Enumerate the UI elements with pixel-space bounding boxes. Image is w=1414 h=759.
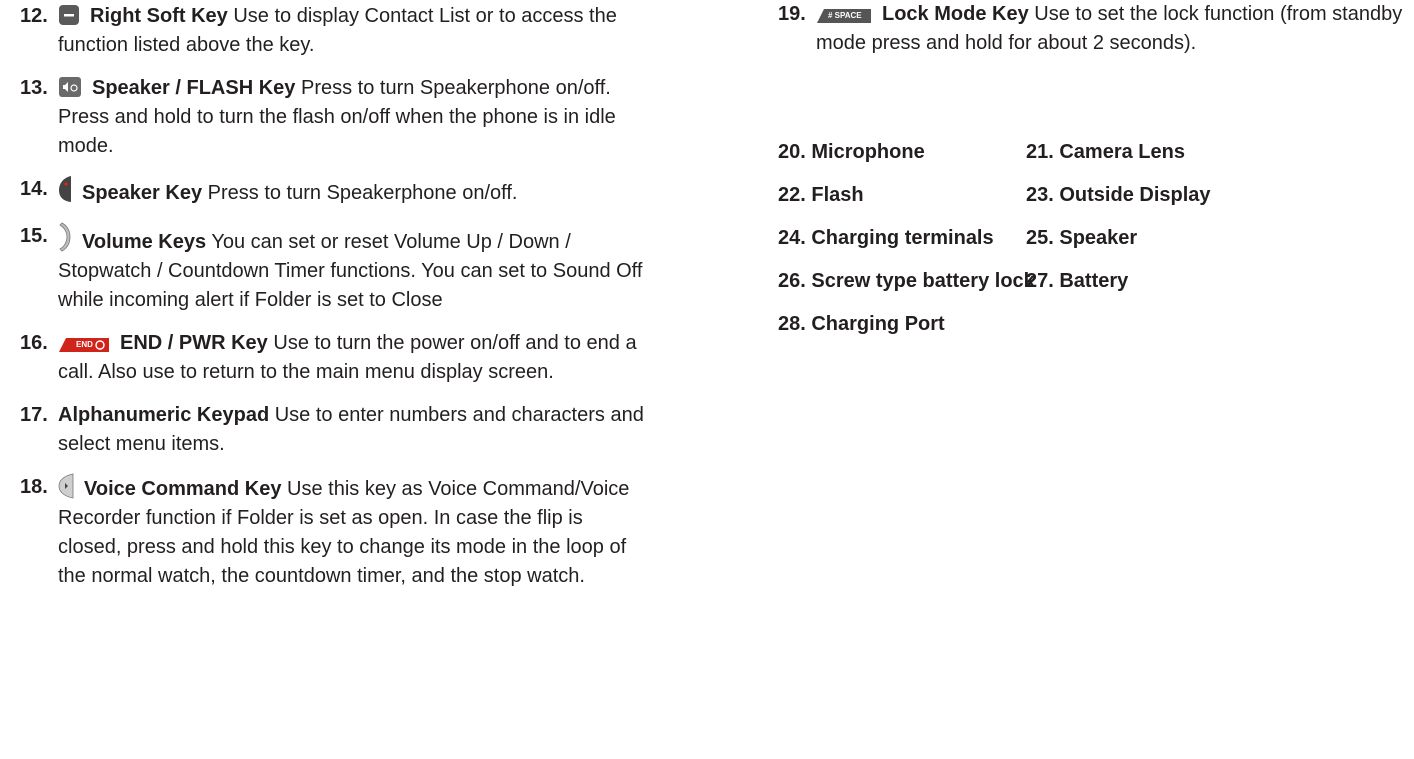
item-number: 12. — [20, 5, 48, 27]
parts-row: 28. Charging Port — [778, 310, 1414, 339]
item-number: 13. — [20, 77, 48, 99]
right-soft-key-icon — [58, 4, 80, 26]
lock-mode-key-icon: # SPACE — [816, 8, 872, 24]
item-title: Volume Keys — [82, 231, 207, 253]
item-title: Right Soft Key — [90, 5, 228, 27]
part-label: 20. Microphone — [778, 141, 925, 163]
item-description: Press to turn Speakerphone on/off. — [202, 182, 518, 204]
item-title: Alphanumeric Keypad — [58, 404, 270, 426]
item-13: 13. Speaker / FLASH Key Press to turn Sp… — [20, 74, 650, 161]
parts-row: 22. Flash 23. Outside Display — [778, 181, 1414, 210]
item-number: 15. — [20, 225, 48, 247]
part-label: 24. Charging terminals — [778, 227, 994, 249]
speaker-key-icon — [58, 175, 72, 203]
voice-command-key-icon — [58, 473, 74, 499]
speaker-flash-key-icon — [58, 76, 82, 98]
item-number: 14. — [20, 178, 48, 200]
lock-key-label: # SPACE — [828, 11, 862, 20]
item-16: 16. END END / PWR Key Use to turn the po… — [20, 329, 650, 387]
item-17: 17. Alphanumeric Keypad Use to enter num… — [20, 401, 650, 459]
item-15: 15. Volume Keys You can set or reset Vol… — [20, 222, 650, 315]
part-label: 21. Camera Lens — [1026, 141, 1185, 163]
item-title: Voice Command Key — [84, 478, 282, 500]
item-19: 19. # SPACE Lock Mode Key Use to set the… — [778, 0, 1414, 58]
part-label: 25. Speaker — [1026, 227, 1138, 249]
item-14: 14. Speaker Key Press to turn Speakerpho… — [20, 175, 650, 208]
item-title: END / PWR Key — [120, 332, 268, 354]
item-18: 18. Voice Command Key Use this key as Vo… — [20, 473, 650, 591]
right-column: 19. # SPACE Lock Mode Key Use to set the… — [778, 0, 1414, 72]
item-title: Speaker / FLASH Key — [92, 77, 296, 99]
left-column: 12. Right Soft Key Use to display Contac… — [20, 2, 650, 605]
end-pwr-key-icon: END — [58, 337, 110, 353]
part-label: 22. Flash — [778, 184, 864, 206]
parts-row: 26. Screw type battery lock 27. Battery — [778, 267, 1414, 296]
item-number: 18. — [20, 476, 48, 498]
item-number: 17. — [20, 404, 48, 426]
item-12: 12. Right Soft Key Use to display Contac… — [20, 2, 650, 60]
item-title: Speaker Key — [82, 182, 203, 204]
parts-row: 20. Microphone 21. Camera Lens — [778, 138, 1414, 167]
volume-keys-icon — [58, 222, 72, 252]
part-label: 27. Battery — [1026, 270, 1129, 292]
part-label — [1026, 310, 1406, 339]
part-label: 26. Screw type battery lock — [778, 270, 1035, 292]
item-number: 19. — [778, 3, 806, 25]
parts-grid: 20. Microphone 21. Camera Lens 22. Flash… — [778, 138, 1414, 353]
part-label: 28. Charging Port — [778, 313, 945, 335]
end-key-label: END — [76, 340, 93, 349]
item-title: Lock Mode Key — [882, 3, 1029, 25]
item-number: 16. — [20, 332, 48, 354]
part-label: 23. Outside Display — [1026, 184, 1211, 206]
parts-row: 24. Charging terminals 25. Speaker — [778, 224, 1414, 253]
